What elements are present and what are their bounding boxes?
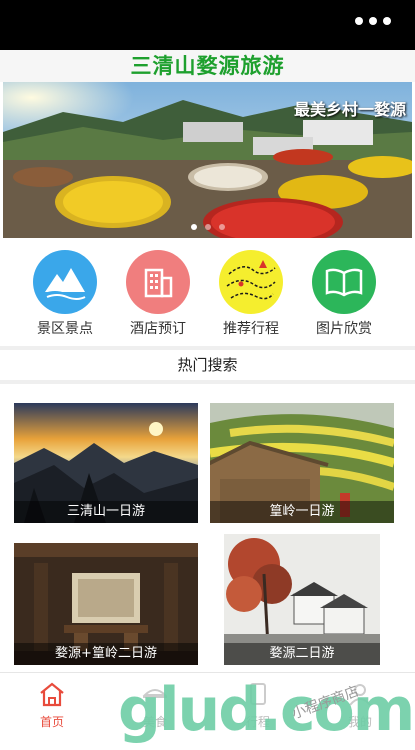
card-label: 三清山一日游 bbox=[14, 501, 198, 523]
hot-card[interactable]: 婺源二日游 bbox=[224, 534, 380, 665]
hot-card[interactable]: 篁岭一日游 bbox=[210, 403, 394, 523]
mountain-icon bbox=[33, 250, 97, 314]
book-icon bbox=[312, 250, 376, 314]
menu-item-route[interactable]: 推荐行程 bbox=[206, 250, 296, 338]
carousel-dots bbox=[3, 224, 412, 230]
menu-label: 推荐行程 bbox=[223, 321, 279, 337]
more-dots-icon[interactable] bbox=[355, 17, 391, 25]
building-icon bbox=[126, 250, 190, 314]
card-label: 婺源二日游 bbox=[224, 643, 380, 665]
hot-card[interactable]: 婺源+篁岭二日游 bbox=[14, 543, 198, 665]
menu-item-gallery[interactable]: 图片欣赏 bbox=[299, 250, 389, 338]
quick-menu: 景区景点 酒店预订 推荐行程 图片欣赏 bbox=[0, 238, 415, 346]
card-label: 婺源+篁岭二日游 bbox=[14, 643, 198, 665]
banner-carousel[interactable]: 最美乡村一婺源 bbox=[3, 82, 412, 238]
dot bbox=[383, 17, 391, 25]
page-title: 三清山婺源旅游 bbox=[130, 53, 285, 78]
dot bbox=[369, 17, 377, 25]
card-label: 篁岭一日游 bbox=[210, 501, 394, 523]
menu-label: 图片欣赏 bbox=[316, 321, 372, 337]
top-bar bbox=[0, 0, 415, 50]
hot-card[interactable]: 三清山一日游 bbox=[14, 403, 198, 523]
dot bbox=[355, 17, 363, 25]
home-icon bbox=[12, 679, 92, 709]
menu-label: 景区景点 bbox=[37, 321, 93, 337]
tab-home[interactable]: 首页 bbox=[12, 679, 92, 730]
menu-label: 酒店预订 bbox=[130, 321, 186, 337]
tab-label: 首页 bbox=[39, 715, 64, 729]
section-title: 热门搜索 bbox=[0, 350, 415, 380]
menu-item-hotel[interactable]: 酒店预订 bbox=[113, 250, 203, 338]
carousel-dot-active[interactable] bbox=[190, 224, 197, 230]
menu-item-scenic[interactable]: 景区景点 bbox=[20, 250, 110, 338]
hot-grid: 三清山一日游 篁岭一日游 婺源+篁岭二日游 婺源二日游 bbox=[0, 384, 415, 670]
carousel-dot[interactable] bbox=[204, 224, 211, 230]
title-bar: 三清山婺源旅游 bbox=[0, 50, 415, 82]
carousel-dot[interactable] bbox=[218, 224, 225, 230]
watermark: glud.com bbox=[118, 675, 415, 745]
route-icon bbox=[219, 250, 283, 314]
banner-caption: 最美乡村一婺源 bbox=[293, 100, 406, 119]
